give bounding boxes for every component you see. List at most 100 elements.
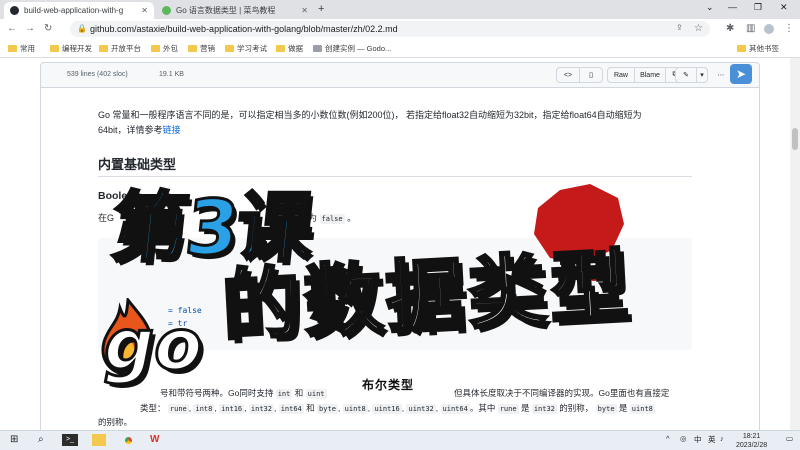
more-options-button[interactable]: ⋯	[713, 67, 729, 83]
int-text: 和	[306, 403, 315, 413]
code-view-button[interactable]: <>	[556, 67, 580, 83]
bird-extension-icon[interactable]: ➤	[730, 64, 752, 84]
int-text: 类型：	[140, 403, 166, 413]
lesson-number-title: 第3课	[106, 182, 317, 274]
wps-icon[interactable]: W	[150, 434, 159, 445]
start-icon[interactable]: ⊞	[10, 434, 18, 445]
intro-paragraph: Go 常量和一般程序语言不同的是，可以指定相当多的小数位数(例如200位)， 若…	[98, 108, 642, 138]
tray-chevron-icon[interactable]: ^	[666, 434, 670, 443]
page-scrollbar[interactable]	[790, 58, 800, 430]
volume-icon[interactable]: ♪	[720, 434, 724, 443]
reload-icon[interactable]: ↻	[44, 23, 52, 34]
kebab-icon: ⋯	[717, 72, 725, 79]
close-icon[interactable]: ✕	[141, 6, 148, 15]
inline-code: false	[319, 214, 345, 224]
reference-link[interactable]: 链接	[163, 125, 181, 135]
preview-button[interactable]: ▯	[579, 67, 603, 83]
go-logo-text: go	[102, 304, 203, 386]
inline-code: uint8	[342, 404, 368, 414]
code-icon: <>	[563, 71, 573, 79]
tab-strip: build-web-application-with-g ✕ Go 语言数据类型…	[0, 0, 800, 19]
bookmark-folder[interactable]: 学习考试	[225, 43, 267, 54]
line-count: 539 lines (402 sloc)	[67, 71, 128, 78]
bookmark-label: 编程开发	[62, 44, 92, 53]
tab-search-icon[interactable]: ⌄	[706, 2, 714, 13]
edit-dropdown-button[interactable]: ▾	[696, 67, 708, 83]
close-icon[interactable]: ✕	[301, 6, 308, 15]
tray-input[interactable]: 英	[708, 434, 716, 445]
inline-code: byte	[595, 404, 617, 414]
tab-title: build-web-application-with-g	[24, 6, 124, 15]
int-text: 的别称，	[559, 403, 594, 413]
file-size: 19.1 KB	[159, 71, 184, 78]
clock-time: 18:21	[742, 433, 761, 440]
int-text: 的别称。	[98, 417, 133, 427]
folder-icon	[50, 45, 59, 52]
tab-runoob[interactable]: Go 语言数据类型 | 菜鸟教程 ✕	[156, 2, 314, 19]
blame-button[interactable]: Blame	[634, 67, 666, 83]
bookmark-folder[interactable]: 外包	[151, 43, 178, 54]
bookmark-label: 创建实例 — Godo...	[325, 44, 392, 53]
sidebar-icon[interactable]: ▥	[746, 23, 755, 34]
inline-code: uint	[305, 389, 327, 399]
edit-button[interactable]: ✎	[675, 67, 697, 83]
file-explorer-icon[interactable]	[92, 434, 106, 446]
bookmark-link[interactable]: 创建实例 — Godo...	[313, 43, 391, 54]
topic-title: 的数据类型	[218, 240, 635, 354]
bool-text: 。	[347, 213, 357, 223]
inline-code: uint32	[406, 404, 436, 414]
bookmark-folder[interactable]: 常用	[8, 43, 35, 54]
raw-button[interactable]: Raw	[607, 67, 635, 83]
browser-toolbar: ← → ↻ 🔒 github.com/astaxie/build-web-app…	[0, 19, 800, 40]
profile-avatar[interactable]	[764, 24, 774, 34]
runoob-icon	[162, 6, 171, 15]
system-clock[interactable]: 18:21 2023/2/28	[736, 432, 767, 450]
bookmark-folder[interactable]: 开放平台	[99, 43, 141, 54]
tray-app-icon[interactable]: ◎	[680, 434, 687, 443]
tray-lang[interactable]: 中	[694, 434, 702, 445]
notification-icon[interactable]: ▭	[786, 434, 793, 443]
forward-icon[interactable]: →	[25, 23, 35, 34]
folder-icon	[8, 45, 17, 52]
restore-icon[interactable]: ❐	[754, 2, 762, 13]
int-text: 号和带符号两种。Go同时支持	[160, 388, 274, 398]
bookmark-label: 做据	[288, 44, 303, 53]
minimize-icon[interactable]: —	[728, 2, 737, 12]
bookmark-label: 营销	[200, 44, 215, 53]
menu-icon[interactable]: ⋮	[784, 23, 794, 34]
bookmark-label: 外包	[163, 44, 178, 53]
extensions-icon[interactable]: ✱	[726, 23, 734, 34]
int-text: 是	[520, 403, 530, 413]
subtitle-caption: 布尔类型	[356, 374, 421, 395]
bookmark-star-icon[interactable]: ☆	[694, 23, 703, 34]
integer-paragraph-line1-tail: 但具体长度取决于不同编译器的实现。Go里面也有直接定	[454, 386, 669, 401]
window-close-icon[interactable]: ✕	[780, 2, 788, 13]
address-bar[interactable]: 🔒 github.com/astaxie/build-web-applicati…	[70, 21, 710, 37]
terminal-icon[interactable]: >_	[62, 434, 78, 446]
search-icon[interactable]: ⌕	[38, 434, 44, 445]
bookmark-label: 常用	[20, 44, 35, 53]
int-text: 但具体长度取决于不同编译器的实现。Go里面也有直接定	[454, 388, 670, 398]
new-tab-button[interactable]: +	[318, 3, 324, 15]
windows-taskbar: ⊞ ⌕ >_ W ^ ◎ 中 英 ♪ 18:21 2023/2/28 ▭	[0, 430, 800, 450]
bookmark-label: 开放平台	[111, 44, 141, 53]
intro-text: 64bit，详情参考	[98, 125, 163, 135]
back-icon[interactable]: ←	[7, 23, 17, 34]
bookmark-folder-other[interactable]: 其他书签	[737, 43, 779, 54]
page-icon	[313, 45, 322, 52]
bookmark-folder[interactable]: 做据	[276, 43, 303, 54]
bookmark-label: 其他书签	[749, 44, 779, 53]
file-header: 539 lines (402 sloc) 19.1 KB <> ▯ Raw Bl…	[40, 62, 760, 88]
share-icon[interactable]: ⇪	[676, 23, 683, 32]
bookmarks-bar: 常用 编程开发 开放平台 外包 营销 学习考试 做据 创建实例 — Godo..…	[0, 40, 800, 58]
bookmark-folder[interactable]: 营销	[188, 43, 215, 54]
inline-code: int8	[193, 404, 215, 414]
bookmark-folder[interactable]: 编程开发	[50, 43, 92, 54]
chrome-icon[interactable]	[122, 434, 135, 447]
tab-github[interactable]: build-web-application-with-g ✕	[4, 2, 154, 19]
inline-code: int16	[219, 404, 245, 414]
inline-code: uint8	[629, 404, 655, 414]
file-icon: ▯	[589, 72, 593, 79]
scrollbar-thumb[interactable]	[792, 128, 798, 150]
bookmark-label: 学习考试	[237, 44, 267, 53]
